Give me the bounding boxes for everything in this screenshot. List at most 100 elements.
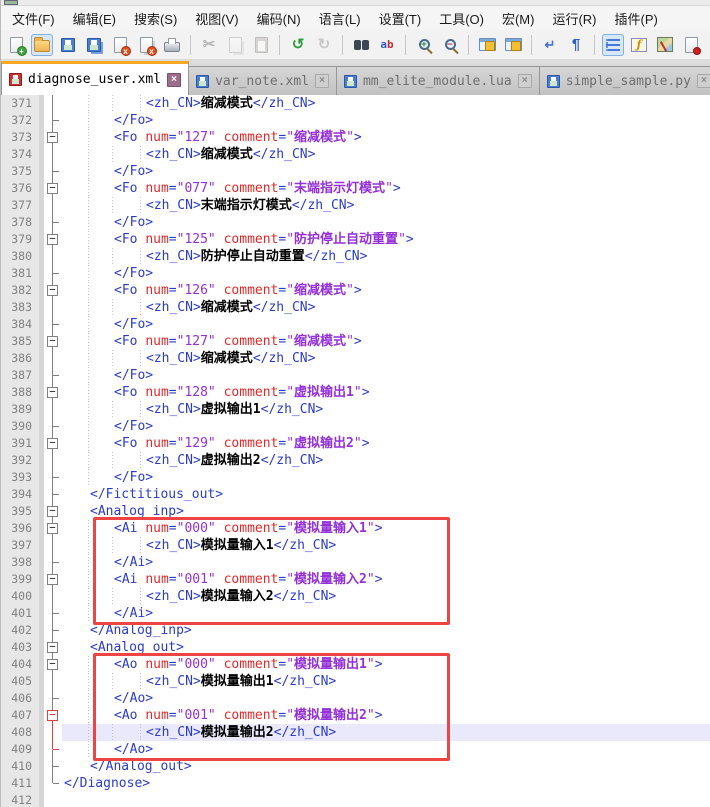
code-line[interactable]: 398</Ai> — [1, 554, 710, 571]
new-file-button[interactable]: + — [5, 34, 27, 56]
code-line[interactable]: 408<zh_CN>模拟量输出2</zh_CN> — [1, 724, 710, 741]
document-map-button[interactable] — [654, 34, 676, 56]
menu-item-run[interactable]: 运行(R) — [543, 7, 605, 30]
code-text[interactable]: </Fo> — [62, 265, 710, 282]
menu-item-view[interactable]: 视图(V) — [186, 7, 247, 30]
code-text[interactable]: <Fo num="127" comment="缩减模式"> — [62, 129, 710, 146]
function-list-button[interactable]: ƒ — [628, 34, 650, 56]
code-line[interactable]: 381</Fo> — [1, 265, 710, 282]
code-text[interactable]: <Fo num="128" comment="虚拟输出1"> — [62, 384, 710, 401]
macro-record-button[interactable] — [680, 34, 702, 56]
code-text[interactable]: <Analog_out> — [62, 639, 710, 656]
code-line[interactable]: 411</Diagnose> — [1, 775, 710, 792]
fold-toggle[interactable]: – — [44, 435, 62, 452]
fold-toggle[interactable]: – — [44, 384, 62, 401]
code-line[interactable]: 392<zh_CN>虚拟输出2</zh_CN> — [1, 452, 710, 469]
fold-toggle[interactable]: – — [44, 639, 62, 656]
code-line[interactable]: 384</Fo> — [1, 316, 710, 333]
code-line[interactable]: 397<zh_CN>模拟量输入1</zh_CN> — [1, 537, 710, 554]
code-line[interactable]: 379–<Fo num="125" comment="防护停止自动重置"> — [1, 231, 710, 248]
fold-toggle[interactable]: – — [44, 231, 62, 248]
code-line[interactable]: 377<zh_CN>末端指示灯模式</zh_CN> — [1, 197, 710, 214]
code-text[interactable]: <zh_CN>模拟量输入1</zh_CN> — [62, 537, 710, 554]
code-line[interactable]: 393</Fo> — [1, 469, 710, 486]
code-line[interactable]: 383<zh_CN>缩减模式</zh_CN> — [1, 299, 710, 316]
code-line[interactable]: 376–<Fo num="077" comment="末端指示灯模式"> — [1, 180, 710, 197]
redo-button[interactable]: ↻ — [313, 34, 335, 56]
code-text[interactable]: </Fo> — [62, 112, 710, 129]
sync-horizontal-scroll-button[interactable] — [502, 34, 524, 56]
paste-button[interactable] — [250, 34, 272, 56]
tab-simple-sample-py[interactable]: simple_sample.py× — [540, 66, 710, 95]
code-text[interactable]: </Diagnose> — [62, 775, 710, 792]
zoom-in-button[interactable]: + — [413, 34, 435, 56]
save-button[interactable] — [57, 34, 79, 56]
code-text[interactable]: </Analog_inp> — [62, 622, 710, 639]
fold-toggle[interactable]: – — [44, 707, 62, 724]
code-text[interactable]: <zh_CN>虚拟输出2</zh_CN> — [62, 452, 710, 469]
menu-item-plugins[interactable]: 插件(P) — [606, 7, 667, 30]
open-file-button[interactable] — [31, 34, 53, 56]
code-text[interactable]: <Fo num="126" comment="缩减模式"> — [62, 282, 710, 299]
code-line[interactable]: 400<zh_CN>模拟量输入2</zh_CN> — [1, 588, 710, 605]
menu-item-edit[interactable]: 编辑(E) — [64, 7, 125, 30]
code-line[interactable]: 371<zh_CN>缩减模式</zh_CN> — [1, 95, 710, 112]
code-line[interactable]: 372</Fo> — [1, 112, 710, 129]
show-indent-guide-button[interactable] — [602, 34, 624, 56]
menu-item-settings[interactable]: 设置(T) — [370, 7, 431, 30]
code-line[interactable]: 386<zh_CN>缩减模式</zh_CN> — [1, 350, 710, 367]
code-text[interactable]: <Fo num="129" comment="虚拟输出2"> — [62, 435, 710, 452]
fold-toggle[interactable]: – — [44, 571, 62, 588]
fold-toggle[interactable]: – — [44, 503, 62, 520]
code-text[interactable]: </Ai> — [62, 554, 710, 571]
code-text[interactable]: </Fo> — [62, 469, 710, 486]
code-line[interactable]: 390</Fo> — [1, 418, 710, 435]
code-text[interactable]: <Ai num="001" comment="模拟量输入2"> — [62, 571, 710, 588]
menu-item-macro[interactable]: 宏(M) — [493, 7, 544, 30]
code-line[interactable]: 382–<Fo num="126" comment="缩减模式"> — [1, 282, 710, 299]
code-text[interactable]: </Fo> — [62, 367, 710, 384]
menu-item-search[interactable]: 搜索(S) — [125, 7, 186, 30]
code-text[interactable]: <zh_CN>缩减模式</zh_CN> — [62, 350, 710, 367]
tab-diagnose-user-xml[interactable]: diagnose_user.xml× — [1, 61, 189, 95]
cut-button[interactable]: ✂ — [198, 34, 220, 56]
tab-var-note-xml[interactable]: var_note.xml× — [189, 66, 337, 95]
code-line[interactable]: 373–<Fo num="127" comment="缩减模式"> — [1, 129, 710, 146]
code-line[interactable]: 401</Ai> — [1, 605, 710, 622]
code-text[interactable]: <Ao num="001" comment="模拟量输出2"> — [62, 707, 710, 724]
code-line[interactable]: 388–<Fo num="128" comment="虚拟输出1"> — [1, 384, 710, 401]
menu-item-encoding[interactable]: 编码(N) — [248, 7, 310, 30]
code-line[interactable]: 412 — [1, 792, 710, 807]
undo-button[interactable]: ↺ — [287, 34, 309, 56]
code-text[interactable]: <Fo num="127" comment="缩减模式"> — [62, 333, 710, 350]
code-text[interactable]: </Ao> — [62, 690, 710, 707]
code-line[interactable]: 394</Fictitious_out> — [1, 486, 710, 503]
code-text[interactable]: </Fo> — [62, 214, 710, 231]
tab-close-icon[interactable]: × — [315, 74, 329, 88]
show-all-characters-button[interactable]: ¶ — [565, 34, 587, 56]
code-text[interactable]: <Ai num="000" comment="模拟量输入1"> — [62, 520, 710, 537]
code-text[interactable]: </Fo> — [62, 316, 710, 333]
code-line[interactable]: 389<zh_CN>虚拟输出1</zh_CN> — [1, 401, 710, 418]
code-text[interactable]: <zh_CN>模拟量输出1</zh_CN> — [62, 673, 710, 690]
fold-toggle[interactable]: – — [44, 656, 62, 673]
fold-toggle[interactable]: – — [44, 520, 62, 537]
code-line[interactable]: 410</Analog_out> — [1, 758, 710, 775]
tab-close-icon[interactable]: × — [697, 74, 710, 88]
code-text[interactable]: <zh_CN>缩减模式</zh_CN> — [62, 299, 710, 316]
tab-close-icon[interactable]: × — [167, 73, 181, 87]
replace-button[interactable]: ab — [376, 34, 398, 56]
code-line[interactable]: 402</Analog_inp> — [1, 622, 710, 639]
zoom-out-button[interactable]: − — [439, 34, 461, 56]
tab-close-icon[interactable]: × — [518, 74, 532, 88]
code-line[interactable]: 391–<Fo num="129" comment="虚拟输出2"> — [1, 435, 710, 452]
fold-toggle[interactable]: – — [44, 180, 62, 197]
code-text[interactable]: <zh_CN>模拟量输入2</zh_CN> — [62, 588, 710, 605]
code-text[interactable]: </Fo> — [62, 163, 710, 180]
code-text[interactable]: <Analog_inp> — [62, 503, 710, 520]
code-text-current-line[interactable]: <zh_CN>模拟量输出2</zh_CN> — [62, 724, 710, 741]
word-wrap-button[interactable]: ↵ — [539, 34, 561, 56]
fold-toggle[interactable]: – — [44, 129, 62, 146]
code-line[interactable]: 405<zh_CN>模拟量输出1</zh_CN> — [1, 673, 710, 690]
code-line[interactable]: 399–<Ai num="001" comment="模拟量输入2"> — [1, 571, 710, 588]
